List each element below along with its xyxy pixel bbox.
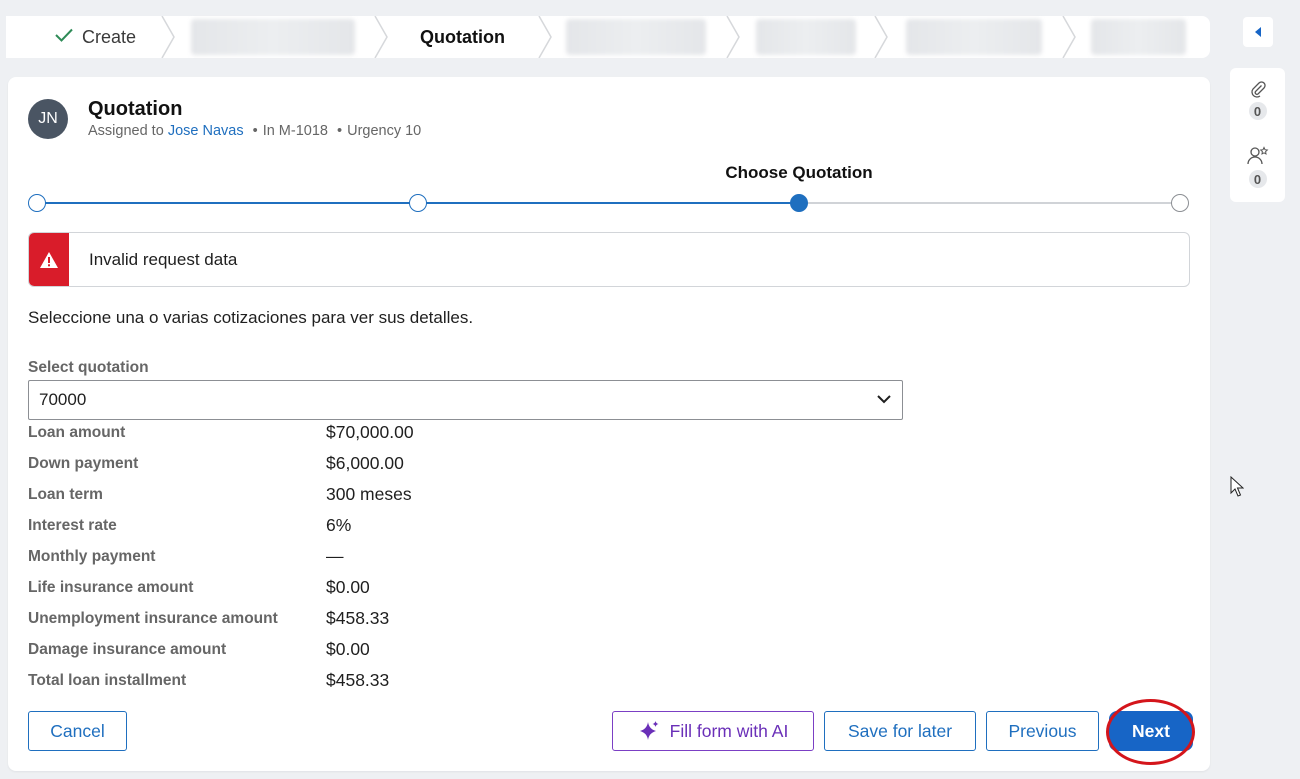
detail-row: Total loan installment $458.33	[28, 670, 628, 703]
stage-4-redacted	[565, 19, 706, 55]
detail-row: Monthly payment —	[28, 546, 628, 579]
sparkle-icon	[638, 720, 660, 742]
stage-create-label: Create	[81, 26, 137, 47]
case-id: In M-1018	[262, 123, 328, 139]
select-quotation-label: Select quotation	[28, 359, 149, 376]
detail-value: $458.33	[326, 670, 390, 690]
stage-separator-icon	[1061, 15, 1077, 59]
stage-separator-icon	[873, 15, 889, 59]
stage-quotation-label: Quotation	[420, 26, 505, 47]
detail-value: $0.00	[326, 639, 370, 659]
detail-row: Loan amount $70,000.00	[28, 422, 628, 455]
detail-label: Total loan installment	[28, 672, 187, 689]
step-track-remaining	[799, 202, 1180, 204]
warning-icon	[29, 233, 69, 286]
detail-row: Down payment $6,000.00	[28, 453, 628, 486]
caret-left-icon	[1255, 27, 1261, 37]
detail-label: Life insurance amount	[28, 579, 194, 596]
select-quotation-dropdown[interactable]: 70000	[28, 380, 903, 420]
stage-7[interactable]	[1090, 16, 1186, 58]
step-2-dot	[409, 194, 427, 212]
detail-row: Damage insurance amount $0.00	[28, 639, 628, 672]
assignee-link[interactable]: Jose Navas	[168, 123, 244, 139]
detail-row: Life insurance amount $0.00	[28, 577, 628, 610]
chevron-down-icon	[877, 395, 891, 404]
step-3-dot	[790, 194, 808, 212]
cancel-button[interactable]: Cancel	[28, 711, 127, 751]
save-for-later-button[interactable]: Save for later	[824, 711, 976, 751]
previous-button[interactable]: Previous	[986, 711, 1099, 751]
stage-5-redacted	[755, 19, 856, 55]
attachments-button[interactable]: 0	[1230, 80, 1285, 120]
collapse-panel-button[interactable]	[1243, 17, 1273, 47]
meta-separator: •	[252, 123, 258, 139]
error-alert: Invalid request data	[28, 232, 1190, 287]
case-card: JN Quotation Assigned to Jose Navas • In …	[8, 77, 1210, 771]
detail-value: 300 meses	[326, 484, 412, 504]
stage-quotation[interactable]: Quotation	[400, 16, 525, 58]
followers-button[interactable]: 0	[1230, 146, 1285, 188]
mouse-cursor-icon	[1230, 475, 1245, 503]
stage-create[interactable]: Create	[30, 16, 160, 58]
detail-value: 6%	[326, 515, 352, 535]
check-icon	[54, 26, 74, 49]
stage-separator-icon	[373, 15, 389, 59]
stage-4[interactable]	[565, 16, 706, 58]
step-4-dot	[1171, 194, 1189, 212]
step-1-dot	[28, 194, 46, 212]
paperclip-icon	[1250, 81, 1266, 98]
detail-row: Loan term 300 meses	[28, 484, 628, 517]
stage-bar-edge	[0, 16, 6, 58]
stage-2[interactable]	[190, 16, 356, 58]
stage-bar: Create Quotation	[0, 15, 1210, 59]
assigned-prefix: Assigned to	[88, 123, 164, 139]
urgency: Urgency 10	[347, 123, 422, 139]
case-meta: Assigned to Jose Navas • In M-1018 • Urgen…	[88, 123, 421, 139]
detail-row: Unemployment insurance amount $458.33	[28, 608, 628, 641]
stage-7-redacted	[1090, 19, 1186, 55]
user-star-icon	[1246, 146, 1268, 165]
fill-form-ai-label: Fill form with AI	[669, 720, 789, 741]
detail-label: Loan term	[28, 486, 103, 503]
select-quotation-value: 70000	[39, 390, 87, 409]
detail-row: Interest rate 6%	[28, 515, 628, 548]
detail-value: $70,000.00	[326, 422, 414, 442]
meta-separator: •	[337, 123, 343, 139]
next-button[interactable]: Next	[1109, 711, 1193, 751]
detail-label: Damage insurance amount	[28, 641, 227, 658]
detail-value: $0.00	[326, 577, 370, 597]
detail-label: Down payment	[28, 455, 139, 472]
fill-form-ai-button[interactable]: Fill form with AI	[612, 711, 814, 751]
alert-message: Invalid request data	[89, 249, 238, 269]
stage-separator-icon	[160, 15, 176, 59]
attachments-count: 0	[1248, 102, 1267, 120]
stage-6-redacted	[905, 19, 1042, 55]
avatar: JN	[28, 99, 68, 139]
stage-separator-icon	[725, 15, 741, 59]
stage-5[interactable]	[755, 16, 856, 58]
stage-6[interactable]	[905, 16, 1042, 58]
detail-value: $6,000.00	[326, 453, 404, 473]
detail-label: Interest rate	[28, 517, 117, 534]
utility-rail: 0 0	[1230, 68, 1285, 202]
stage-separator-icon	[537, 15, 553, 59]
detail-label: Monthly payment	[28, 548, 156, 565]
stage-2-redacted	[191, 19, 355, 55]
current-step-label: Choose Quotation	[725, 163, 873, 182]
detail-label: Unemployment insurance amount	[28, 610, 278, 627]
page-title: Quotation	[88, 98, 183, 120]
instructions-text: Seleccione una o varias cotizaciones par…	[28, 308, 474, 327]
detail-label: Loan amount	[28, 424, 126, 441]
detail-value: $458.33	[326, 608, 390, 628]
detail-value: —	[326, 546, 344, 566]
followers-count: 0	[1248, 170, 1267, 188]
